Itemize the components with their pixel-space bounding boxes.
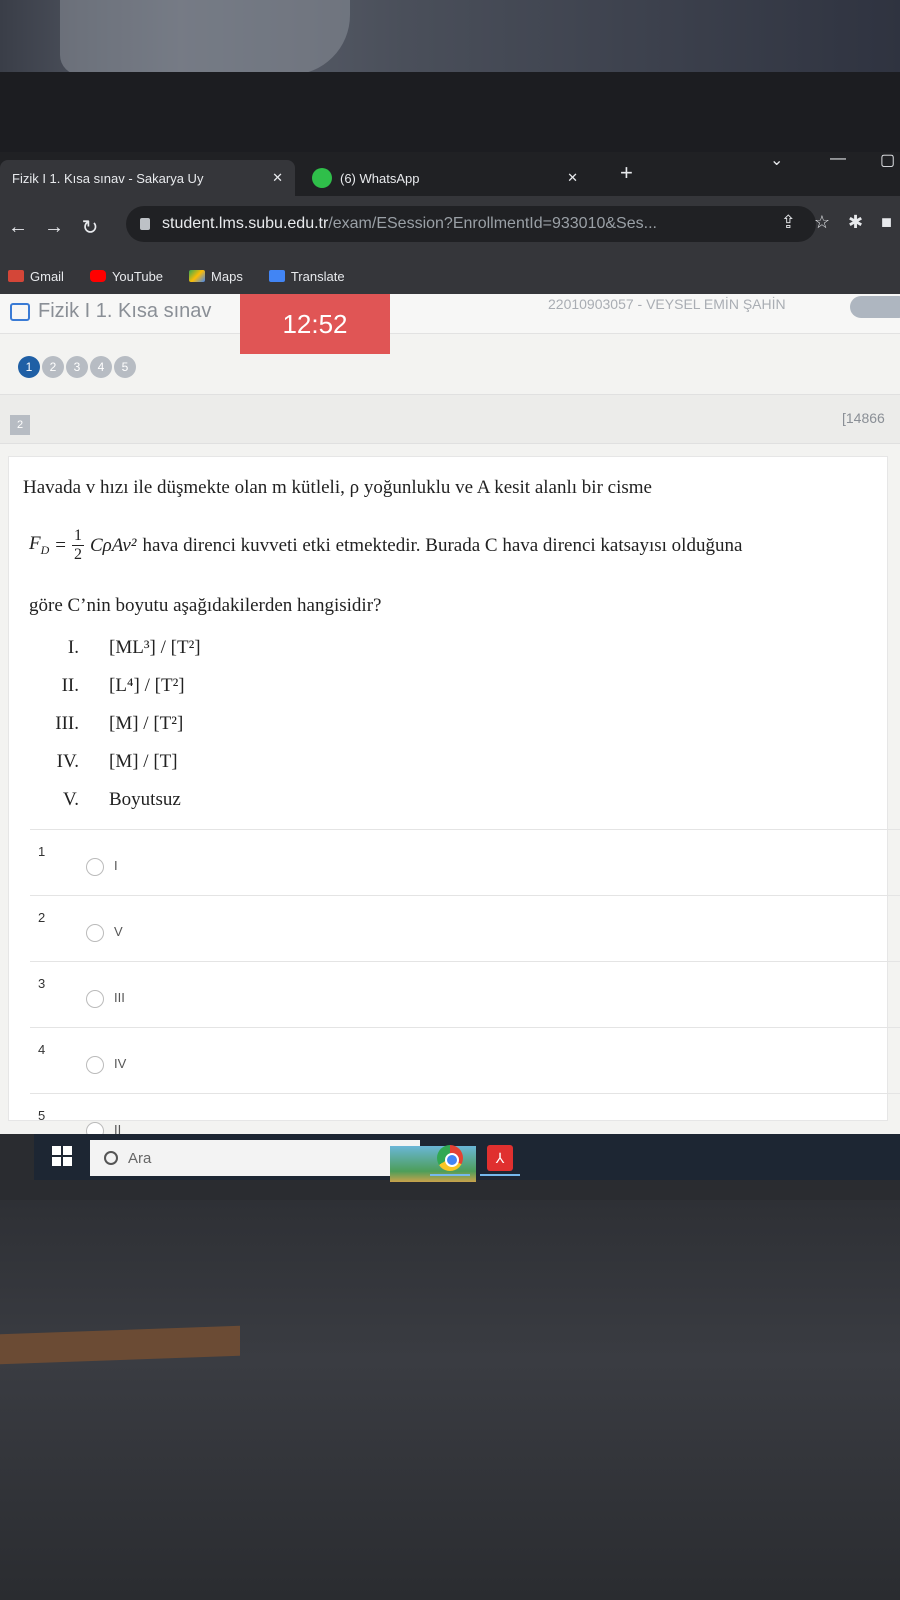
back-icon[interactable]: ← (0, 216, 36, 239)
bookmarks-bar: Gmail YouTube Maps Translate (0, 258, 900, 294)
answer-row[interactable]: 3 III (30, 961, 900, 1027)
tab-exam-title: Fizik I 1. Kısa sınav - Sakarya Uy (12, 170, 204, 186)
question-text-line: hava direnci kuvveti etki etmektedir. Bu… (142, 534, 743, 556)
question-nav-item[interactable]: 1 (18, 356, 40, 378)
answer-row[interactable]: 1 I (30, 829, 900, 895)
option-item: III. [M] / [T²] (55, 713, 184, 734)
forward-icon[interactable]: → (36, 216, 72, 239)
question-text-line: Havada v hızı ile düşmekte olan m kütlel… (23, 477, 652, 498)
reload-icon[interactable]: ↻ (72, 215, 108, 240)
answer-label: III (114, 990, 125, 1005)
profile-icon[interactable]: ■ (881, 212, 892, 233)
bookmark-maps[interactable]: Maps (189, 269, 243, 284)
option-item: V. Boyutsuz (62, 789, 181, 810)
question-nav-item[interactable]: 5 (114, 356, 136, 378)
tab-whatsapp-title: (6) WhatsApp (340, 170, 420, 186)
windows-start-icon[interactable] (52, 1146, 72, 1166)
question-bar: 2 (0, 394, 900, 444)
bookmark-youtube[interactable]: YouTube (89, 268, 164, 284)
question-text-line: göre C’nin boyutu aşağıdakilerden hangis… (29, 595, 382, 616)
address-bar[interactable]: student.lms.subu.edu.tr/exam/ESession?En… (126, 206, 816, 242)
answer-index: 4 (38, 1042, 46, 1057)
browser-toolbar: ← → ↻ student.lms.subu.edu.tr/exam/ESess… (0, 196, 900, 258)
url-host: student.lms.subu.edu.tr (162, 215, 329, 232)
exam-title-text: Fizik I 1. Kısa sınav (38, 300, 212, 322)
answer-index: 5 (38, 1108, 46, 1123)
edit-icon (10, 302, 30, 321)
search-placeholder: Ara (128, 1149, 152, 1167)
option-item: II. [L⁴] / [T²] (61, 675, 185, 696)
gmail-icon (8, 270, 24, 282)
bookmark-label: YouTube (111, 268, 164, 284)
answer-index: 3 (38, 976, 46, 991)
extensions-icon[interactable]: ✱ (848, 212, 863, 233)
star-icon[interactable]: ☆ (814, 212, 830, 233)
taskbar-search[interactable]: Ara (90, 1140, 476, 1182)
chrome-icon (437, 1145, 463, 1171)
formula-rhs: CρAv² (90, 534, 137, 556)
answer-radio[interactable] (86, 990, 104, 1008)
maps-icon (189, 270, 206, 282)
bookmark-label: Translate (290, 268, 345, 284)
option-item: IV. [M] / [T] (56, 751, 178, 772)
tab-strip: Fizik I 1. Kısa sınav - Sakarya Uy ✕ (6)… (0, 152, 900, 196)
maximize-icon[interactable]: ▢ (880, 150, 895, 170)
bookmark-label: Maps (211, 268, 243, 284)
chevron-down-icon[interactable]: ⌄ (770, 150, 783, 170)
lock-icon (140, 218, 150, 230)
whatsapp-icon (312, 168, 332, 188)
question-navigator: 1 2 3 4 5 (18, 356, 136, 378)
background-object (60, 0, 350, 75)
taskbar-chrome[interactable] (430, 1140, 470, 1176)
answer-index: 2 (38, 910, 46, 925)
answer-row[interactable]: 2 V (30, 895, 900, 961)
answer-radio[interactable] (86, 924, 104, 942)
question-nav-item[interactable]: 3 (66, 356, 88, 378)
url-path: /exam/ESession?EnrollmentId=933010&Ses..… (328, 215, 657, 232)
formula-fraction: 1 2 (72, 527, 84, 563)
windows-taskbar: Ara ⅄ (34, 1134, 900, 1182)
close-icon[interactable]: ✕ (272, 170, 283, 186)
close-icon[interactable]: ✕ (567, 170, 578, 186)
question-number: 2 (10, 415, 30, 435)
question-nav-item[interactable]: 4 (90, 356, 112, 378)
bookmark-translate[interactable]: Translate (268, 268, 345, 284)
taskbar-pdf-reader[interactable]: ⅄ (480, 1140, 520, 1176)
translate-icon (268, 270, 285, 282)
answer-row[interactable]: 4 IV (30, 1027, 900, 1093)
drag-force-formula: FD = 1 2 CρAv² hava direnci kuvveti etki… (29, 527, 743, 563)
new-tab-button[interactable]: + (620, 160, 633, 186)
student-info: 22010903057 - VEYSEL EMİN ŞAHİN (548, 296, 786, 312)
option-item: I. [ML³] / [T²] (67, 637, 201, 658)
bookmark-label: Gmail (30, 268, 64, 284)
formula-lhs: FD (29, 533, 50, 557)
answer-radio[interactable] (86, 858, 104, 876)
tab-whatsapp[interactable]: (6) WhatsApp ✕ (300, 160, 590, 196)
status-badge (850, 296, 900, 318)
search-icon (104, 1151, 118, 1165)
exam-title: Fizik I 1. Kısa sınav (10, 300, 211, 323)
answer-radio[interactable] (86, 1056, 104, 1074)
pdf-icon: ⅄ (487, 1145, 513, 1171)
youtube-icon (89, 270, 106, 282)
answer-label: V (114, 924, 123, 939)
tab-exam[interactable]: Fizik I 1. Kısa sınav - Sakarya Uy ✕ (0, 160, 295, 196)
question-id: [14866 (842, 410, 885, 426)
exam-page: Fizik I 1. Kısa sınav 22010903057 - VEYS… (0, 294, 900, 1140)
laptop-bezel-bottom (0, 1200, 900, 1600)
exam-header: Fizik I 1. Kısa sınav 22010903057 - VEYS… (0, 294, 900, 334)
answer-index: 1 (38, 844, 46, 859)
answer-label: IV (114, 1056, 127, 1071)
laptop-bezel-top (0, 72, 900, 152)
share-icon[interactable]: ⇪ (781, 212, 796, 233)
countdown-timer: 12:52 (240, 294, 390, 354)
minimize-icon[interactable]: — (830, 150, 846, 168)
answer-label: I (114, 858, 118, 873)
question-nav-item[interactable]: 2 (42, 356, 64, 378)
bookmark-gmail[interactable]: Gmail (8, 269, 64, 284)
